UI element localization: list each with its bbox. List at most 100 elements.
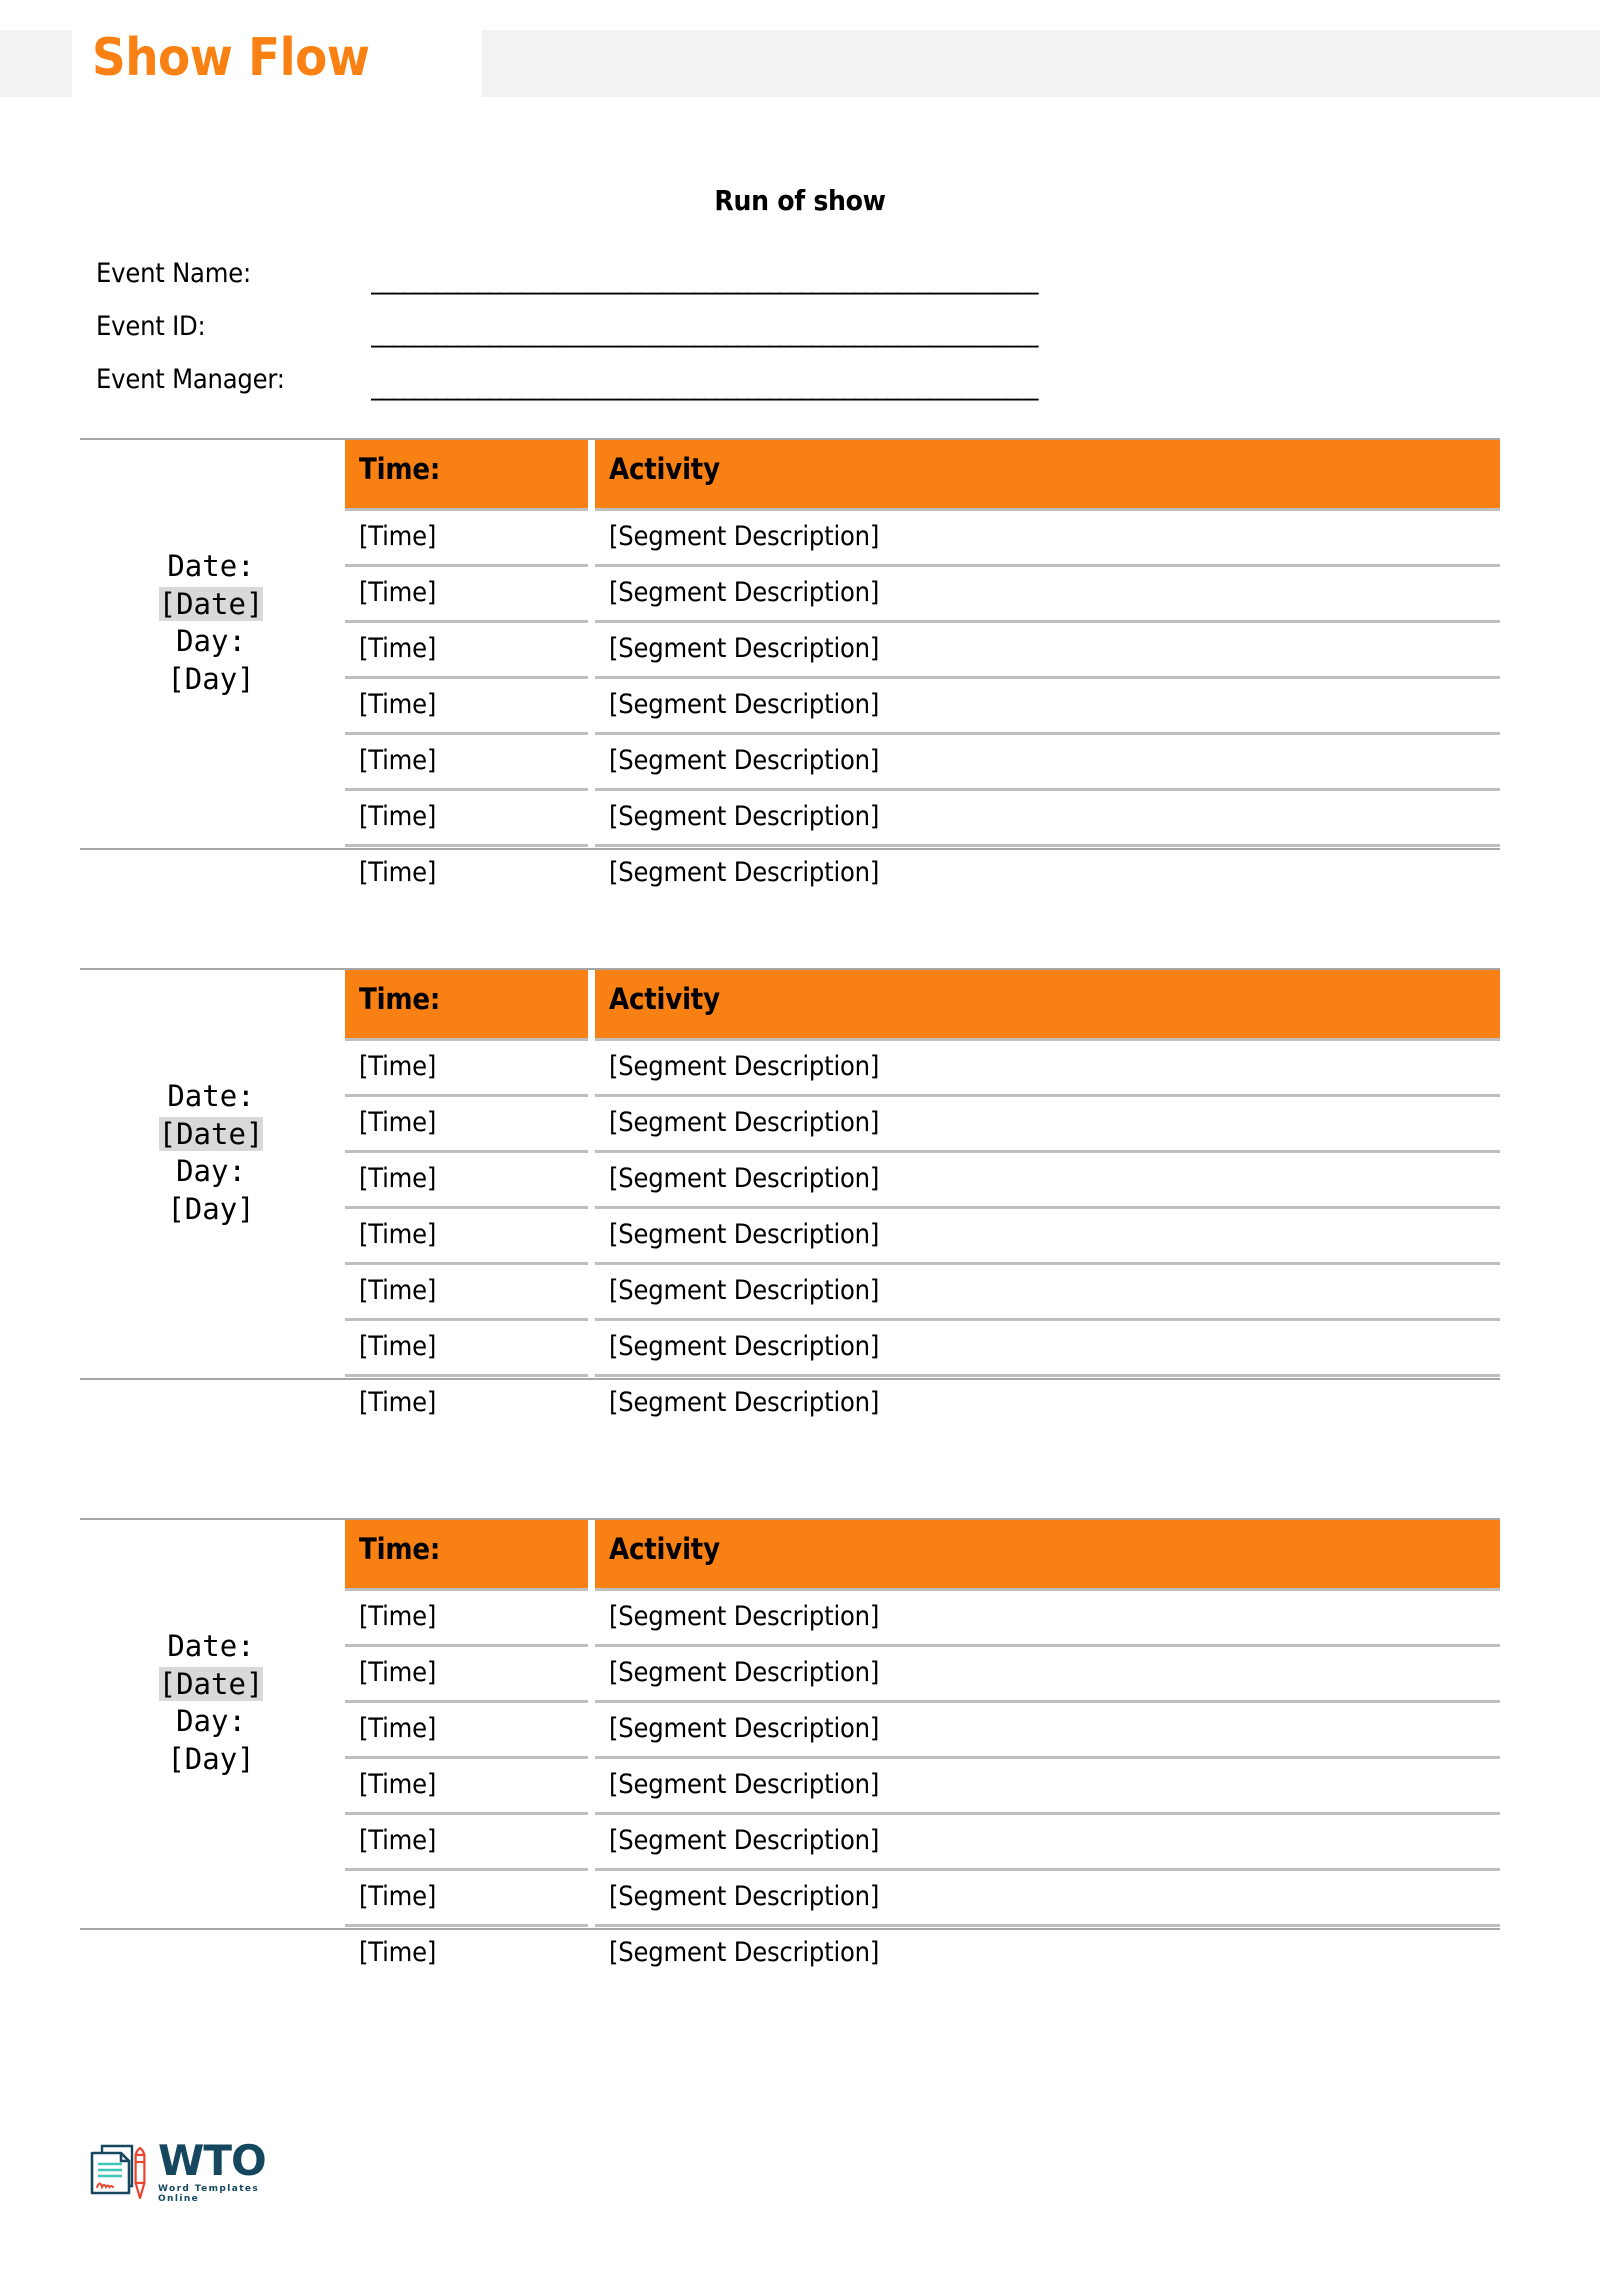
schedule-grid: Time: Activity [Time] [Segment Descripti… <box>345 1520 1500 1980</box>
cell-activity[interactable]: [Segment Description] <box>595 511 1500 567</box>
table-row[interactable]: [Time] [Segment Description] <box>345 1703 1500 1759</box>
cell-activity[interactable]: [Segment Description] <box>595 1927 1500 1980</box>
cell-activity[interactable]: [Segment Description] <box>595 1759 1500 1815</box>
table-header-row: Time: Activity <box>345 440 1500 511</box>
table-row[interactable]: [Time] [Segment Description] <box>345 511 1500 567</box>
cell-activity[interactable]: [Segment Description] <box>595 567 1500 623</box>
cell-time[interactable]: [Time] <box>345 511 588 567</box>
table-row[interactable]: [Time] [Segment Description] <box>345 1927 1500 1980</box>
column-header-activity: Activity <box>595 1520 1500 1591</box>
cell-activity[interactable]: [Segment Description] <box>595 735 1500 791</box>
cell-activity[interactable]: [Segment Description] <box>595 623 1500 679</box>
cell-activity[interactable]: [Segment Description] <box>595 1097 1500 1153</box>
cell-time[interactable]: [Time] <box>345 1647 588 1703</box>
cell-activity[interactable]: [Segment Description] <box>595 1321 1500 1377</box>
cell-time[interactable]: [Time] <box>345 567 588 623</box>
column-header-activity: Activity <box>595 440 1500 511</box>
column-header-time: Time: <box>345 1520 588 1591</box>
date-label: Date: <box>167 1079 255 1113</box>
field-row-event-manager: Event Manager: _________________________… <box>96 364 1496 417</box>
cell-time[interactable]: [Time] <box>345 735 588 791</box>
cell-time[interactable]: [Time] <box>345 1209 588 1265</box>
date-label: Date: <box>167 1629 255 1663</box>
table-row[interactable]: [Time] [Segment Description] <box>345 1871 1500 1927</box>
logo-tagline: Word Templates Online <box>158 2184 260 2204</box>
table-row[interactable]: [Time] [Segment Description] <box>345 1097 1500 1153</box>
table-row[interactable]: [Time] [Segment Description] <box>345 1153 1500 1209</box>
day-label: Day: <box>176 1154 246 1189</box>
field-row-event-name: Event Name: ____________________________… <box>96 258 1496 311</box>
logo-wordmark: WTO <box>158 2136 267 2185</box>
cell-activity[interactable]: [Segment Description] <box>595 1041 1500 1097</box>
table-row[interactable]: [Time] [Segment Description] <box>345 679 1500 735</box>
cell-activity[interactable]: [Segment Description] <box>595 679 1500 735</box>
cell-time[interactable]: [Time] <box>345 1591 588 1647</box>
cell-time[interactable]: [Time] <box>345 847 588 900</box>
day-label: Day: <box>176 1704 246 1739</box>
page-title: Show Flow <box>92 28 370 88</box>
column-header-time: Time: <box>345 440 588 511</box>
cell-activity[interactable]: [Segment Description] <box>595 1591 1500 1647</box>
table-row[interactable]: [Time] [Segment Description] <box>345 1265 1500 1321</box>
cell-time[interactable]: [Time] <box>345 1927 588 1980</box>
schedule-block-2: Date: [Date] Day: [Day] Time: Activity [… <box>80 968 1500 1418</box>
cell-activity[interactable]: [Segment Description] <box>595 1647 1500 1703</box>
cell-activity[interactable]: [Segment Description] <box>595 1377 1500 1430</box>
table-row[interactable]: [Time] [Segment Description] <box>345 791 1500 847</box>
cell-time[interactable]: [Time] <box>345 1097 588 1153</box>
table-row[interactable]: [Time] [Segment Description] <box>345 1815 1500 1871</box>
day-column: Date: [Date] Day: [Day] <box>80 548 342 699</box>
cell-time[interactable]: [Time] <box>345 1041 588 1097</box>
date-value[interactable]: [Date] <box>158 586 264 621</box>
day-value[interactable]: [Day] <box>167 1742 254 1776</box>
event-manager-input[interactable]: ________________________________________… <box>371 370 1481 410</box>
logo-text: WTO Word Templates Online <box>158 2136 288 2205</box>
table-row[interactable]: [Time] [Segment Description] <box>345 1321 1500 1377</box>
cell-time[interactable]: [Time] <box>345 623 588 679</box>
table-row[interactable]: [Time] [Segment Description] <box>345 1647 1500 1703</box>
table-header-row: Time: Activity <box>345 1520 1500 1591</box>
cell-time[interactable]: [Time] <box>345 1815 588 1871</box>
table-row[interactable]: [Time] [Segment Description] <box>345 847 1500 900</box>
table-row[interactable]: [Time] [Segment Description] <box>345 735 1500 791</box>
table-row[interactable]: [Time] [Segment Description] <box>345 567 1500 623</box>
cell-time[interactable]: [Time] <box>345 1871 588 1927</box>
date-value[interactable]: [Date] <box>158 1666 264 1701</box>
event-name-label: Event Name: <box>96 258 251 289</box>
date-value[interactable]: [Date] <box>158 1116 264 1151</box>
date-label: Date: <box>167 549 255 583</box>
event-id-input[interactable]: ________________________________________… <box>371 317 1481 357</box>
cell-time[interactable]: [Time] <box>345 1265 588 1321</box>
day-value[interactable]: [Day] <box>167 1192 254 1226</box>
event-name-input[interactable]: ________________________________________… <box>371 264 1481 304</box>
cell-activity[interactable]: [Segment Description] <box>595 1815 1500 1871</box>
table-row[interactable]: [Time] [Segment Description] <box>345 1377 1500 1430</box>
cell-activity[interactable]: [Segment Description] <box>595 1153 1500 1209</box>
cell-time[interactable]: [Time] <box>345 1153 588 1209</box>
cell-activity[interactable]: [Segment Description] <box>595 1265 1500 1321</box>
cell-time[interactable]: [Time] <box>345 679 588 735</box>
cell-activity[interactable]: [Segment Description] <box>595 847 1500 900</box>
day-value[interactable]: [Day] <box>167 662 254 696</box>
table-row[interactable]: [Time] [Segment Description] <box>345 1209 1500 1265</box>
table-row[interactable]: [Time] [Segment Description] <box>345 623 1500 679</box>
cell-time[interactable]: [Time] <box>345 1321 588 1377</box>
table-row[interactable]: [Time] [Segment Description] <box>345 1041 1500 1097</box>
table-row[interactable]: [Time] [Segment Description] <box>345 1759 1500 1815</box>
event-manager-label: Event Manager: <box>96 364 285 395</box>
day-label: Day: <box>176 624 246 659</box>
cell-time[interactable]: [Time] <box>345 1377 588 1430</box>
event-id-label: Event ID: <box>96 311 206 342</box>
cell-activity[interactable]: [Segment Description] <box>595 791 1500 847</box>
field-row-event-id: Event ID: ______________________________… <box>96 311 1496 364</box>
cell-time[interactable]: [Time] <box>345 791 588 847</box>
cell-time[interactable]: [Time] <box>345 1759 588 1815</box>
section-heading: Run of show <box>714 184 886 217</box>
cell-activity[interactable]: [Segment Description] <box>595 1209 1500 1265</box>
table-row[interactable]: [Time] [Segment Description] <box>345 1591 1500 1647</box>
footer-logo[interactable]: WTO Word Templates Online <box>88 2138 288 2206</box>
cell-activity[interactable]: [Segment Description] <box>595 1871 1500 1927</box>
cell-activity[interactable]: [Segment Description] <box>595 1703 1500 1759</box>
schedule-grid: Time: Activity [Time] [Segment Descripti… <box>345 970 1500 1430</box>
cell-time[interactable]: [Time] <box>345 1703 588 1759</box>
